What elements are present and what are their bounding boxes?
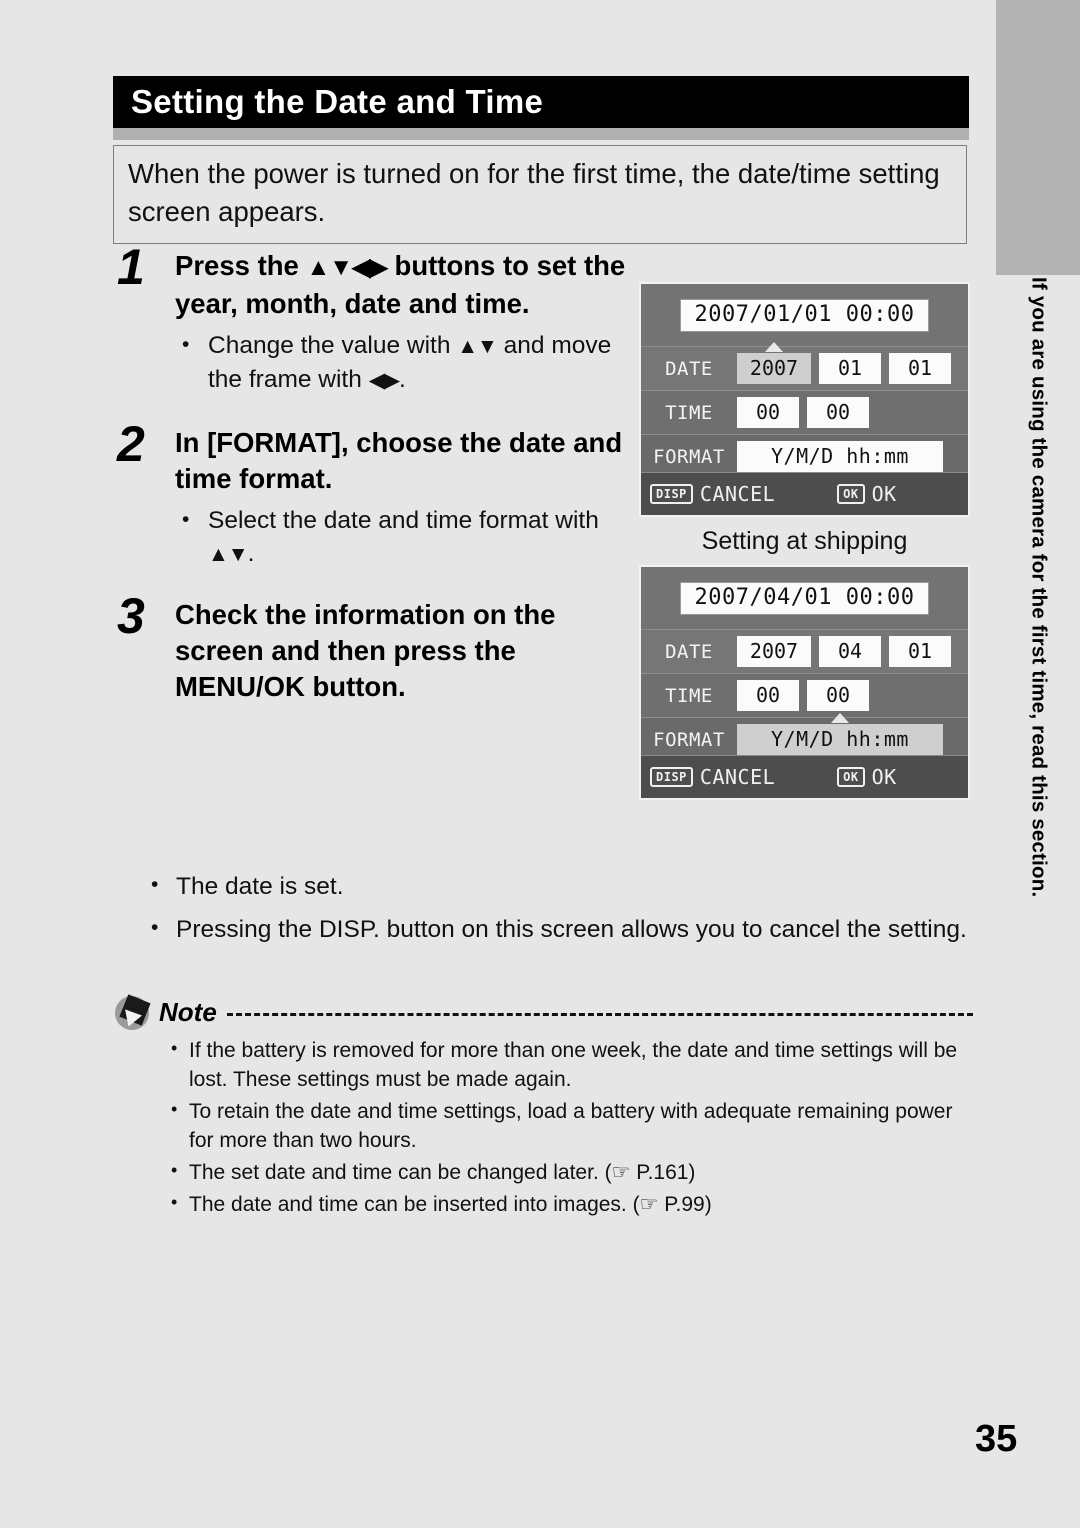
disp-button-icon: DISP [650, 767, 693, 787]
lcd-format-label: FORMAT [653, 728, 725, 751]
lcd-cancel-action[interactable]: DISP CANCEL [650, 482, 775, 506]
lcd-readout: 2007/04/01 00:00 [679, 581, 930, 615]
lcd-date-month-field[interactable]: 04 [819, 636, 881, 667]
bullet-pre: Select the date and time format with [208, 507, 599, 534]
step-heading: Press the ▲▼◀▶ buttons to set the year, … [175, 248, 633, 322]
section-thumb-tab [996, 0, 1080, 275]
list-item: The date and time can be inserted into i… [113, 1188, 973, 1219]
lcd-readout-row: 2007/04/01 00:00 [641, 567, 968, 629]
note-label: Note [159, 996, 217, 1027]
step3-result-bullets: The date is set. Pressing the DISP. butt… [113, 868, 973, 956]
lcd-date-day-field[interactable]: 01 [889, 636, 951, 667]
disp-button-icon: DISP [650, 484, 693, 504]
updown-symbols-icon: ▲▼ [457, 335, 498, 358]
lcd-cancel-label: CANCEL [699, 482, 776, 506]
updown-symbols-icon: ▲▼ [208, 543, 249, 566]
dpad-symbols-icon: ▲▼◀▶ [306, 254, 387, 281]
list-item: To retain the date and time settings, lo… [113, 1095, 973, 1155]
step-heading: In [FORMAT], choose the date and time fo… [175, 427, 623, 494]
step-number: 2 [117, 416, 145, 472]
caret-up-icon [765, 342, 783, 352]
step-1: 1 Press the ▲▼◀▶ buttons to set the year… [113, 242, 633, 397]
page-title-bar: Setting the Date and Time [113, 76, 969, 128]
lcd-readout-row: 2007/01/01 00:00 [641, 284, 968, 346]
step-3: 3 Check the information on the screen an… [113, 591, 633, 705]
list-item: If the battery is removed for more than … [113, 1034, 973, 1094]
lcd-time-label: TIME [665, 684, 713, 707]
bullet-pre: Change the value with [208, 332, 458, 359]
lcd-date-label: DATE [665, 640, 713, 663]
lcd-time-hour-field[interactable]: 00 [737, 397, 799, 428]
lcd-time-row: TIME 00 00 [641, 390, 968, 434]
list-item: Change the value with ▲▼ and move the fr… [175, 328, 633, 397]
lcd-format-label: FORMAT [653, 445, 725, 468]
lcd-time-hour-field[interactable]: 00 [737, 680, 799, 711]
ok-button-icon: OK [837, 767, 865, 787]
note-list: If the battery is removed for more than … [113, 1034, 973, 1219]
side-rail-text: If you are using the camera for the firs… [1027, 277, 1051, 898]
lcd-time-minute-field[interactable]: 00 [807, 397, 869, 428]
intro-box: When the power is turned on for the firs… [113, 145, 967, 244]
lcd-time-row: TIME 00 00 [641, 673, 968, 717]
list-item: The date is set. [113, 868, 973, 904]
title-underbar [113, 128, 969, 140]
lcd-caption: Setting at shipping [701, 527, 908, 555]
note-dash-rule [226, 1013, 973, 1016]
page-title: Setting the Date and Time [131, 83, 544, 120]
pencil-icon [113, 992, 153, 1032]
lcd-cancel-action[interactable]: DISP CANCEL [650, 765, 775, 789]
bullet-post: . [399, 366, 406, 393]
bullet-post: . [247, 540, 255, 567]
lcd-format-field[interactable]: Y/M/D hh:mm [737, 713, 943, 766]
lcd-date-day-field[interactable]: 01 [889, 353, 951, 384]
list-item: The set date and time can be changed lat… [113, 1156, 973, 1187]
step-number: 1 [117, 239, 145, 295]
step-2: 2 In [FORMAT], choose the date and time … [113, 419, 633, 571]
note-header: Note [113, 992, 973, 1032]
lcd-readout: 2007/01/01 00:00 [679, 298, 930, 332]
list-item: Select the date and time format with ▲▼. [175, 503, 633, 571]
step-heading-pre: Press the [175, 250, 307, 281]
list-item: Pressing the DISP. button on this screen… [113, 911, 973, 947]
lcd-date-label: DATE [665, 357, 713, 380]
lcd-time-minute-field[interactable]: 00 [807, 680, 869, 711]
intro-text: When the power is turned on for the firs… [128, 158, 940, 227]
lcd-ok-label: OK [871, 482, 897, 506]
lcd-footer: DISP CANCEL OK OK [641, 755, 968, 798]
step-number: 3 [117, 588, 145, 644]
lcd-screen-shipping: 2007/01/01 00:00 DATE 2007 01 01 TIME 00… [639, 282, 970, 517]
lcd-date-month-field[interactable]: 01 [819, 353, 881, 384]
lcd-time-label: TIME [665, 401, 713, 424]
lcd-screen-format-selected: 2007/04/01 00:00 DATE 2007 04 01 TIME 00… [639, 565, 970, 800]
step-heading: Check the information on the screen and … [175, 599, 556, 702]
lcd-date-row: DATE 2007 01 01 [641, 342, 968, 390]
page-number: 35 [975, 1418, 1018, 1460]
lcd-date-year-field[interactable]: 2007 [737, 342, 811, 384]
note-block: Note If the battery is removed for more … [113, 992, 973, 1222]
caret-up-icon [831, 713, 849, 723]
lcd-cancel-label: CANCEL [699, 765, 776, 789]
step-bullets: Select the date and time format with ▲▼. [175, 503, 633, 571]
lcd-format-field[interactable]: Y/M/D hh:mm [737, 441, 943, 472]
side-rail: If you are using the camera for the firs… [996, 275, 1080, 1285]
lcd-date-row: DATE 2007 04 01 [641, 629, 968, 673]
step-bullets: Change the value with ▲▼ and move the fr… [175, 328, 633, 397]
ok-button-icon: OK [837, 484, 865, 504]
lcd-ok-action[interactable]: OK OK [837, 482, 897, 506]
lcd-footer: DISP CANCEL OK OK [641, 472, 968, 515]
steps-column: 1 Press the ▲▼◀▶ buttons to set the year… [113, 242, 633, 711]
lcd-date-year-field[interactable]: 2007 [737, 636, 811, 667]
lcd-ok-action[interactable]: OK OK [837, 765, 897, 789]
leftright-symbols-icon: ◀▶ [368, 369, 400, 392]
lcd-ok-label: OK [871, 765, 897, 789]
